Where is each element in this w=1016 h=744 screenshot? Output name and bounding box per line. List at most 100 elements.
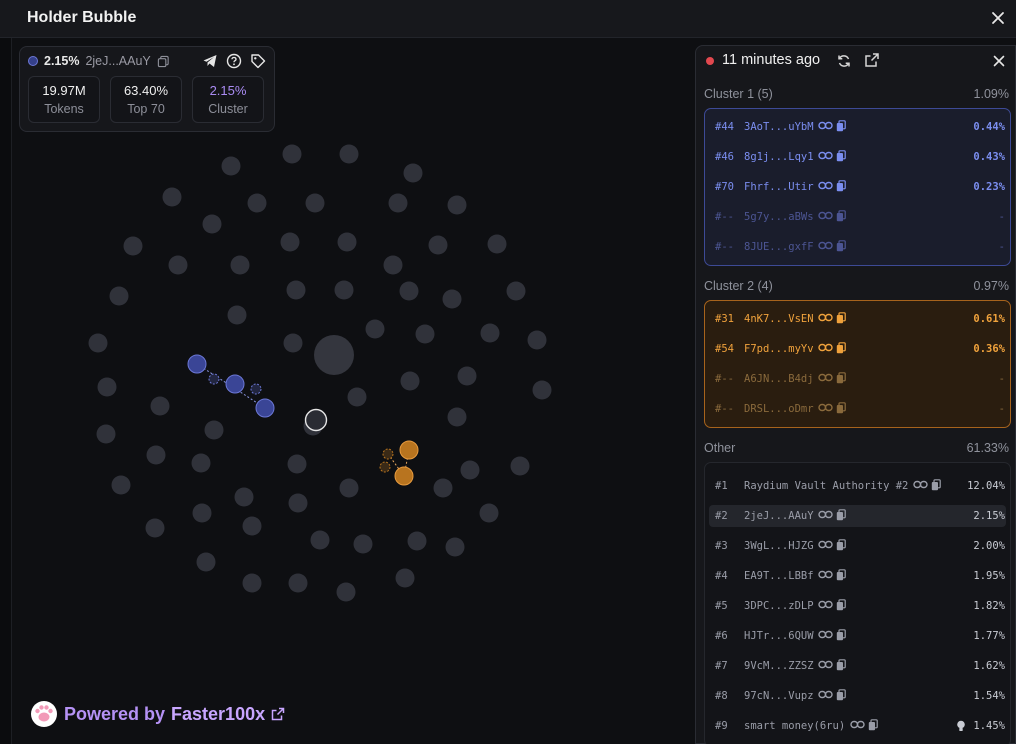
holder-bubble[interactable]	[247, 193, 267, 213]
link-icon[interactable]	[818, 689, 833, 703]
holder-row[interactable]: #46 8g1j...Lqy1 0.43%	[705, 146, 1010, 168]
holder-bubble[interactable]	[457, 366, 477, 386]
link-icon[interactable]	[818, 150, 833, 164]
link-icon[interactable]	[818, 659, 833, 673]
holder-bubble[interactable]	[168, 255, 188, 275]
holder-row[interactable]: #4 EA9T...LBBf 1.95%	[705, 565, 1010, 587]
holder-bubble[interactable]	[196, 552, 216, 572]
link-icon[interactable]	[818, 210, 833, 224]
holder-bubble[interactable]	[230, 255, 250, 275]
link-icon[interactable]	[818, 120, 833, 134]
link-icon[interactable]	[818, 509, 833, 523]
copy-icon[interactable]	[836, 119, 846, 135]
cluster2-bubble-hidden[interactable]	[382, 448, 394, 460]
link-icon[interactable]	[818, 539, 833, 553]
holder-bubble[interactable]	[150, 396, 170, 416]
holder-bubble[interactable]	[162, 187, 182, 207]
holder-bubble[interactable]	[310, 530, 330, 550]
holder-row[interactable]: #-- 5g7y...aBWs -	[705, 206, 1010, 228]
holder-bubble[interactable]	[288, 493, 308, 513]
holder-bubble[interactable]	[399, 281, 419, 301]
holder-row[interactable]: #-- DRSL...oDmr -	[705, 398, 1010, 420]
copy-icon[interactable]	[836, 149, 846, 165]
holder-bubble[interactable]	[433, 478, 453, 498]
holder-bubble[interactable]	[506, 281, 526, 301]
link-icon[interactable]	[818, 312, 833, 326]
holder-bubble[interactable]	[234, 487, 254, 507]
cluster1-bubble[interactable]	[255, 398, 275, 418]
holder-bubble[interactable]	[287, 454, 307, 474]
holder-bubble[interactable]	[395, 568, 415, 588]
holder-bubble[interactable]	[407, 531, 427, 551]
copy-icon[interactable]	[157, 55, 170, 68]
holder-bubble[interactable]	[283, 333, 303, 353]
holder-bubble[interactable]	[280, 232, 300, 252]
help-icon[interactable]	[226, 53, 242, 69]
link-icon[interactable]	[818, 180, 833, 194]
link-icon[interactable]	[849, 719, 865, 733]
holder-bubble[interactable]	[480, 323, 500, 343]
holder-bubble[interactable]	[487, 234, 507, 254]
holder-row[interactable]: #-- A6JN...B4dj -	[705, 368, 1010, 390]
holder-bubble[interactable]	[447, 195, 467, 215]
holder-bubble[interactable]	[336, 582, 356, 602]
holder-row[interactable]: #31 4nK7...VsEN 0.61%	[705, 308, 1010, 330]
holder-row[interactable]: #8 97cN...Vupz 1.54%	[705, 685, 1010, 707]
holder-bubble[interactable]	[288, 573, 308, 593]
cluster2-bubble[interactable]	[394, 466, 414, 486]
holder-bubble[interactable]	[339, 144, 359, 164]
holder-bubble[interactable]	[204, 420, 224, 440]
copy-icon[interactable]	[836, 508, 846, 524]
close-panel-icon[interactable]	[991, 53, 1007, 69]
holder-bubble[interactable]	[227, 305, 247, 325]
copy-icon[interactable]	[836, 688, 846, 704]
copy-icon[interactable]	[836, 538, 846, 554]
cluster1-bubble[interactable]	[225, 374, 245, 394]
holder-row[interactable]: #7 9VcM...ZZSZ 1.62%	[705, 655, 1010, 677]
copy-icon[interactable]	[836, 658, 846, 674]
holder-row[interactable]: #9 smart money(6ru) 1.45%	[705, 715, 1010, 737]
selected-holder-bubble[interactable]	[304, 408, 328, 432]
holder-bubble[interactable]	[442, 289, 462, 309]
holder-bubble[interactable]	[400, 371, 420, 391]
holder-bubble[interactable]	[334, 280, 354, 300]
holder-row[interactable]: #54 F7pd...myYv 0.36%	[705, 338, 1010, 360]
holder-bubble[interactable]	[415, 324, 435, 344]
holder-bubble[interactable]	[242, 573, 262, 593]
holder-row[interactable]: #2 2jeJ...AAuY 2.15%	[709, 505, 1006, 527]
copy-icon[interactable]	[836, 401, 846, 417]
holder-bubble[interactable]	[365, 319, 385, 339]
holder-row[interactable]: #-- 8JUE...gxfF -	[705, 236, 1010, 258]
link-icon[interactable]	[818, 402, 833, 416]
holder-bubble[interactable]	[145, 518, 165, 538]
copy-icon[interactable]	[836, 209, 846, 225]
powered-by-link[interactable]: Powered by Faster100x	[30, 700, 285, 728]
holder-bubble[interactable]	[97, 377, 117, 397]
holder-bubble[interactable]	[109, 286, 129, 306]
holder-bubble[interactable]	[202, 214, 222, 234]
copy-icon[interactable]	[836, 598, 846, 614]
link-icon[interactable]	[913, 479, 928, 493]
holder-row[interactable]: #6 HJTr...6QUW 1.77%	[705, 625, 1010, 647]
holder-bubble[interactable]	[339, 478, 359, 498]
link-icon[interactable]	[818, 372, 833, 386]
holder-bubble-large[interactable]	[314, 335, 354, 375]
holder-bubble[interactable]	[88, 333, 108, 353]
holder-bubble[interactable]	[96, 424, 116, 444]
holder-row[interactable]: #44 3AoT...uYbM 0.44%	[705, 116, 1010, 138]
copy-icon[interactable]	[836, 628, 846, 644]
cluster2-bubble-hidden[interactable]	[379, 461, 391, 473]
copy-icon[interactable]	[836, 239, 846, 255]
holder-row[interactable]: #70 Fhrf...Utir 0.23%	[705, 176, 1010, 198]
cluster2-bubble[interactable]	[399, 440, 419, 460]
link-icon[interactable]	[818, 342, 833, 356]
open-external-icon[interactable]	[864, 52, 880, 68]
holder-row[interactable]: #5 3DPC...zDLP 1.82%	[705, 595, 1010, 617]
holder-bubble[interactable]	[353, 534, 373, 554]
refresh-icon[interactable]	[836, 53, 852, 69]
cluster1-bubble-hidden[interactable]	[250, 383, 262, 395]
close-icon[interactable]	[988, 8, 1008, 28]
cluster1-bubble[interactable]	[187, 354, 207, 374]
copy-icon[interactable]	[836, 311, 846, 327]
link-icon[interactable]	[818, 599, 833, 613]
